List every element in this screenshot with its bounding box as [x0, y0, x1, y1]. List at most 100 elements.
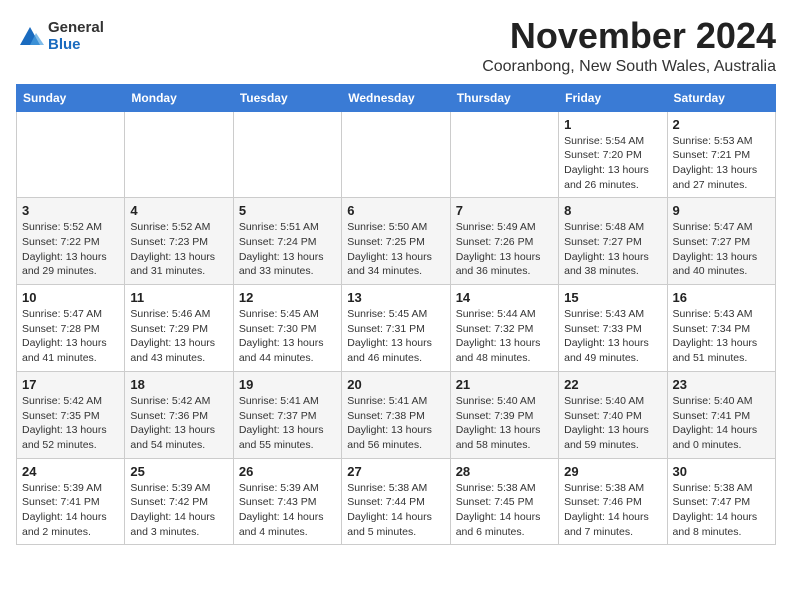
calendar-week-row: 3 Sunrise: 5:52 AM Sunset: 7:22 PM Daylig… [17, 198, 776, 285]
calendar-cell: 9 Sunrise: 5:47 AM Sunset: 7:27 PM Daylig… [667, 198, 775, 285]
calendar-cell: 12Sunrise: 5:45 AM Sunset: 7:30 PM Dayli… [233, 285, 341, 372]
day-number: 27 [347, 464, 444, 479]
day-info: Sunrise: 5:38 AM Sunset: 7:47 PM Dayligh… [673, 481, 770, 540]
calendar-cell: 2 Sunrise: 5:53 AM Sunset: 7:21 PM Daylig… [667, 111, 775, 198]
day-number: 8 [564, 203, 661, 218]
weekday-header: Sunday [17, 84, 125, 111]
calendar-cell: 4 Sunrise: 5:52 AM Sunset: 7:23 PM Daylig… [125, 198, 233, 285]
day-number: 11 [130, 290, 227, 305]
calendar-cell: 14 Sunrise: 5:44 AM Sunset: 7:32 PM Dayli… [450, 285, 558, 372]
calendar-header: SundayMondayTuesdayWednesdayThursdayFrid… [17, 84, 776, 111]
weekday-header: Thursday [450, 84, 558, 111]
logo-blue: Blue [48, 37, 104, 54]
day-info: Sunrise: 5:39 AM Sunset: 7:42 PM Dayligh… [130, 481, 227, 540]
calendar-cell: 24 Sunrise: 5:39 AM Sunset: 7:41 PM Dayli… [17, 458, 125, 545]
day-info: Sunrise: 5:44 AM Sunset: 7:32 PM Dayligh… [456, 307, 553, 366]
calendar-cell: 13Sunrise: 5:45 AM Sunset: 7:31 PM Dayli… [342, 285, 450, 372]
calendar-cell: 1Sunrise: 5:54 AM Sunset: 7:20 PM Daylig… [559, 111, 667, 198]
calendar-cell: 28 Sunrise: 5:38 AM Sunset: 7:45 PM Dayli… [450, 458, 558, 545]
calendar-cell: 26Sunrise: 5:39 AM Sunset: 7:43 PM Dayli… [233, 458, 341, 545]
calendar-cell: 15 Sunrise: 5:43 AM Sunset: 7:33 PM Dayli… [559, 285, 667, 372]
calendar-week-row: 10 Sunrise: 5:47 AM Sunset: 7:28 PM Dayli… [17, 285, 776, 372]
day-info: Sunrise: 5:38 AM Sunset: 7:45 PM Dayligh… [456, 481, 553, 540]
day-number: 4 [130, 203, 227, 218]
day-info: Sunrise: 5:51 AM Sunset: 7:24 PM Dayligh… [239, 220, 336, 279]
logo-icon [16, 23, 44, 51]
day-number: 5 [239, 203, 336, 218]
day-info: Sunrise: 5:43 AM Sunset: 7:34 PM Dayligh… [673, 307, 770, 366]
calendar-cell: 29Sunrise: 5:38 AM Sunset: 7:46 PM Dayli… [559, 458, 667, 545]
day-info: Sunrise: 5:42 AM Sunset: 7:35 PM Dayligh… [22, 394, 119, 453]
day-info: Sunrise: 5:39 AM Sunset: 7:43 PM Dayligh… [239, 481, 336, 540]
day-info: Sunrise: 5:52 AM Sunset: 7:23 PM Dayligh… [130, 220, 227, 279]
day-info: Sunrise: 5:41 AM Sunset: 7:37 PM Dayligh… [239, 394, 336, 453]
day-info: Sunrise: 5:45 AM Sunset: 7:31 PM Dayligh… [347, 307, 444, 366]
day-info: Sunrise: 5:40 AM Sunset: 7:39 PM Dayligh… [456, 394, 553, 453]
calendar-cell: 5 Sunrise: 5:51 AM Sunset: 7:24 PM Daylig… [233, 198, 341, 285]
day-info: Sunrise: 5:41 AM Sunset: 7:38 PM Dayligh… [347, 394, 444, 453]
calendar-cell: 11 Sunrise: 5:46 AM Sunset: 7:29 PM Dayli… [125, 285, 233, 372]
logo-text: General Blue [48, 20, 104, 53]
calendar-cell: 23 Sunrise: 5:40 AM Sunset: 7:41 PM Dayli… [667, 371, 775, 458]
day-number: 16 [673, 290, 770, 305]
calendar-cell: 7Sunrise: 5:49 AM Sunset: 7:26 PM Daylig… [450, 198, 558, 285]
title-section: November 2024 Cooranbong, New South Wale… [482, 16, 776, 76]
day-info: Sunrise: 5:46 AM Sunset: 7:29 PM Dayligh… [130, 307, 227, 366]
day-number: 21 [456, 377, 553, 392]
day-number: 24 [22, 464, 119, 479]
day-number: 3 [22, 203, 119, 218]
day-info: Sunrise: 5:47 AM Sunset: 7:28 PM Dayligh… [22, 307, 119, 366]
day-number: 25 [130, 464, 227, 479]
calendar-week-row: 24 Sunrise: 5:39 AM Sunset: 7:41 PM Dayli… [17, 458, 776, 545]
day-number: 15 [564, 290, 661, 305]
day-info: Sunrise: 5:40 AM Sunset: 7:41 PM Dayligh… [673, 394, 770, 453]
day-number: 14 [456, 290, 553, 305]
calendar-cell: 3 Sunrise: 5:52 AM Sunset: 7:22 PM Daylig… [17, 198, 125, 285]
calendar-cell: 10 Sunrise: 5:47 AM Sunset: 7:28 PM Dayli… [17, 285, 125, 372]
weekday-header: Saturday [667, 84, 775, 111]
day-number: 29 [564, 464, 661, 479]
calendar-cell [125, 111, 233, 198]
day-number: 17 [22, 377, 119, 392]
day-number: 1 [564, 117, 661, 132]
day-number: 28 [456, 464, 553, 479]
day-info: Sunrise: 5:39 AM Sunset: 7:41 PM Dayligh… [22, 481, 119, 540]
day-info: Sunrise: 5:43 AM Sunset: 7:33 PM Dayligh… [564, 307, 661, 366]
calendar-cell [450, 111, 558, 198]
day-info: Sunrise: 5:47 AM Sunset: 7:27 PM Dayligh… [673, 220, 770, 279]
calendar-cell: 16 Sunrise: 5:43 AM Sunset: 7:34 PM Dayli… [667, 285, 775, 372]
header-row: SundayMondayTuesdayWednesdayThursdayFrid… [17, 84, 776, 111]
day-number: 2 [673, 117, 770, 132]
day-number: 23 [673, 377, 770, 392]
calendar-week-row: 17 Sunrise: 5:42 AM Sunset: 7:35 PM Dayli… [17, 371, 776, 458]
calendar-cell: 22 Sunrise: 5:40 AM Sunset: 7:40 PM Dayli… [559, 371, 667, 458]
day-info: Sunrise: 5:50 AM Sunset: 7:25 PM Dayligh… [347, 220, 444, 279]
calendar-cell: 20Sunrise: 5:41 AM Sunset: 7:38 PM Dayli… [342, 371, 450, 458]
day-number: 10 [22, 290, 119, 305]
day-number: 12 [239, 290, 336, 305]
weekday-header: Tuesday [233, 84, 341, 111]
calendar-week-row: 1Sunrise: 5:54 AM Sunset: 7:20 PM Daylig… [17, 111, 776, 198]
calendar-cell: 25 Sunrise: 5:39 AM Sunset: 7:42 PM Dayli… [125, 458, 233, 545]
weekday-header: Monday [125, 84, 233, 111]
day-info: Sunrise: 5:52 AM Sunset: 7:22 PM Dayligh… [22, 220, 119, 279]
calendar-cell [342, 111, 450, 198]
logo-general: General [48, 20, 104, 37]
day-number: 7 [456, 203, 553, 218]
calendar-body: 1Sunrise: 5:54 AM Sunset: 7:20 PM Daylig… [17, 111, 776, 545]
day-number: 22 [564, 377, 661, 392]
calendar-table: SundayMondayTuesdayWednesdayThursdayFrid… [16, 84, 776, 546]
calendar-cell [233, 111, 341, 198]
day-info: Sunrise: 5:53 AM Sunset: 7:21 PM Dayligh… [673, 134, 770, 193]
day-info: Sunrise: 5:48 AM Sunset: 7:27 PM Dayligh… [564, 220, 661, 279]
calendar-cell: 17 Sunrise: 5:42 AM Sunset: 7:35 PM Dayli… [17, 371, 125, 458]
day-number: 30 [673, 464, 770, 479]
page-header: General Blue November 2024 Cooranbong, N… [16, 16, 776, 76]
calendar-cell: 30 Sunrise: 5:38 AM Sunset: 7:47 PM Dayli… [667, 458, 775, 545]
day-info: Sunrise: 5:40 AM Sunset: 7:40 PM Dayligh… [564, 394, 661, 453]
calendar-cell: 18Sunrise: 5:42 AM Sunset: 7:36 PM Dayli… [125, 371, 233, 458]
calendar-cell: 27Sunrise: 5:38 AM Sunset: 7:44 PM Dayli… [342, 458, 450, 545]
calendar-cell: 6Sunrise: 5:50 AM Sunset: 7:25 PM Daylig… [342, 198, 450, 285]
day-number: 9 [673, 203, 770, 218]
calendar-cell [17, 111, 125, 198]
